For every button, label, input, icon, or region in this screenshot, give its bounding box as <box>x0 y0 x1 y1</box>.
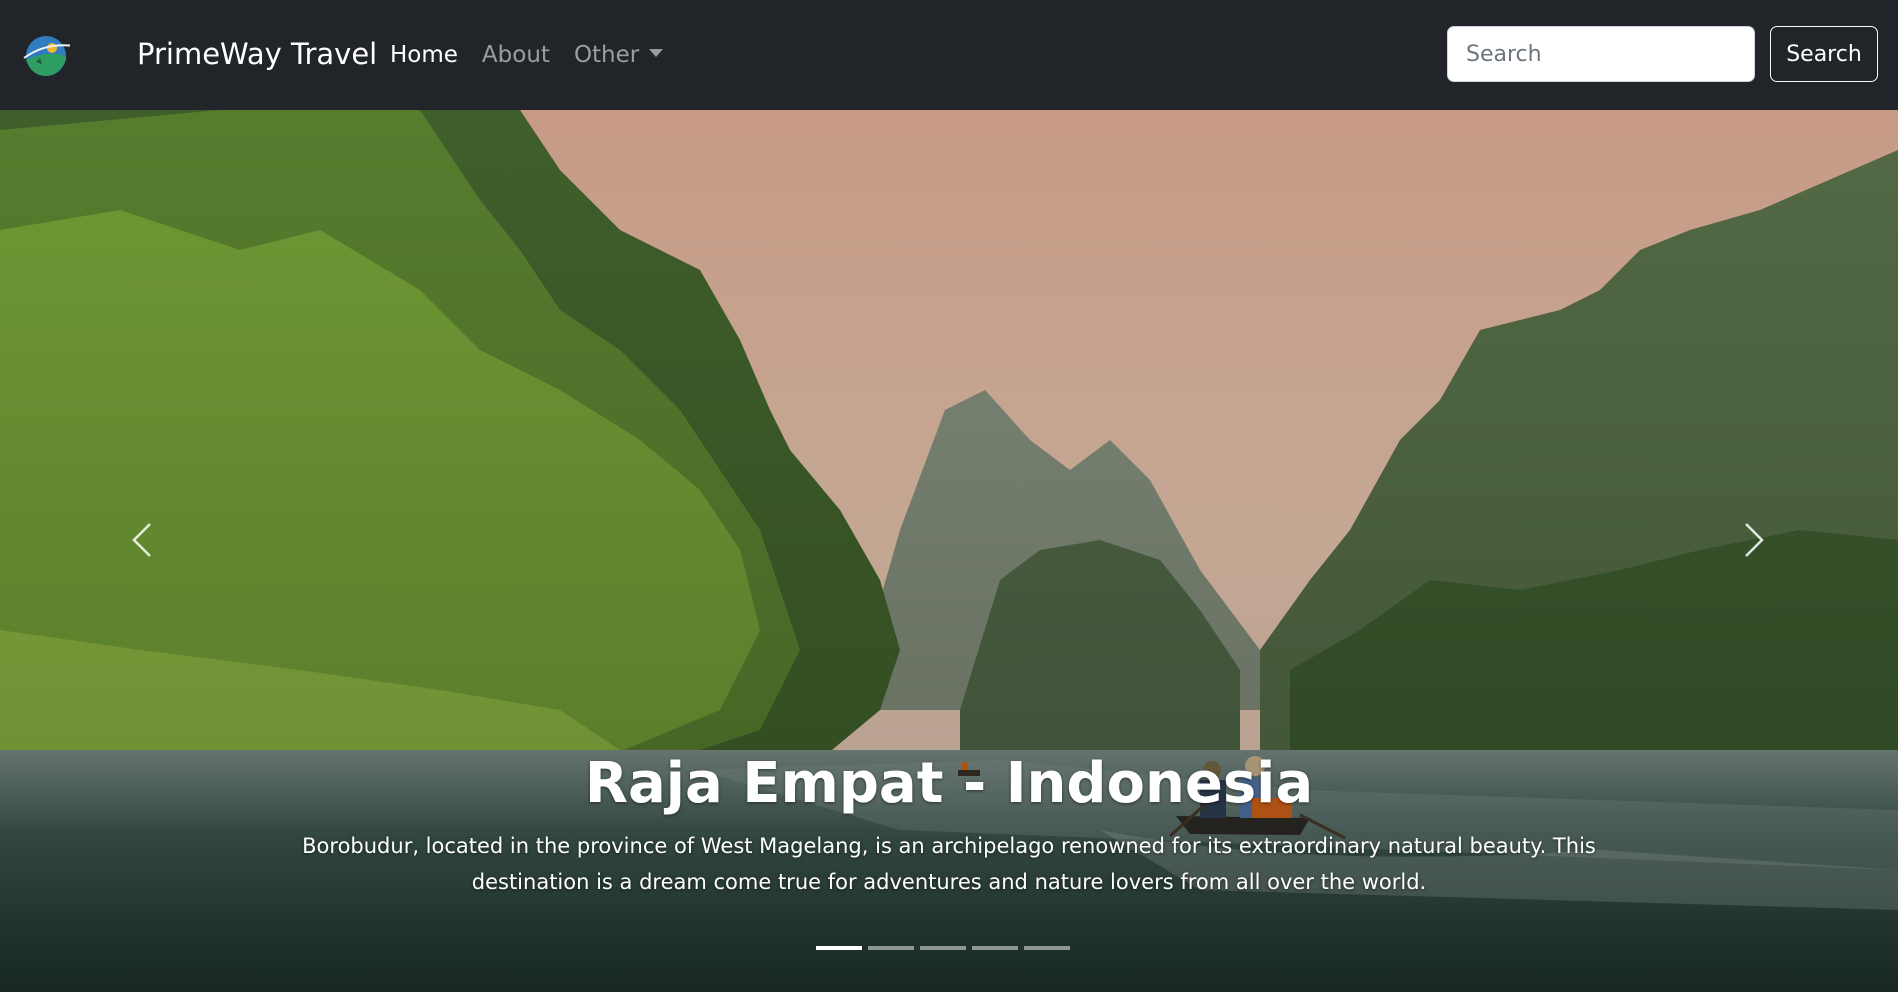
nav-about-link[interactable]: About <box>482 36 550 74</box>
carousel-indicator-2[interactable] <box>868 946 914 950</box>
slide-title: Raja Empat - Indonesia <box>584 751 1314 816</box>
slide-description: Borobudur, located in the province of We… <box>302 834 1596 894</box>
carousel-indicator-3[interactable] <box>920 946 966 950</box>
brand-title[interactable]: PrimeWay Travel <box>137 34 377 74</box>
chevron-left-icon <box>132 523 151 557</box>
navbar: PrimeWay Travel Home About Other Search <box>0 0 1898 110</box>
nav-other-label: Other <box>573 42 640 68</box>
search-input[interactable] <box>1447 26 1755 82</box>
chevron-right-icon <box>1745 523 1764 557</box>
carousel-prev-button[interactable] <box>112 510 172 570</box>
hero-carousel: Raja Empat - Indonesia Borobudur, locate… <box>0 110 1898 992</box>
search-button[interactable]: Search <box>1770 26 1878 82</box>
carousel-indicator-1[interactable] <box>816 946 862 950</box>
caret-down-icon <box>649 49 664 57</box>
carousel-indicator-5[interactable] <box>1024 946 1070 950</box>
nav-home-link[interactable]: Home <box>390 36 458 74</box>
carousel-next-button[interactable] <box>1724 510 1784 570</box>
carousel-indicators <box>816 946 1070 950</box>
logo-icon[interactable] <box>22 32 70 80</box>
nav-other-dropdown[interactable]: Other <box>573 36 664 74</box>
nav-links: Home About Other <box>390 36 664 74</box>
carousel-indicator-4[interactable] <box>972 946 1018 950</box>
slide-caption: Raja Empat - Indonesia Borobudur, locate… <box>280 750 1618 900</box>
